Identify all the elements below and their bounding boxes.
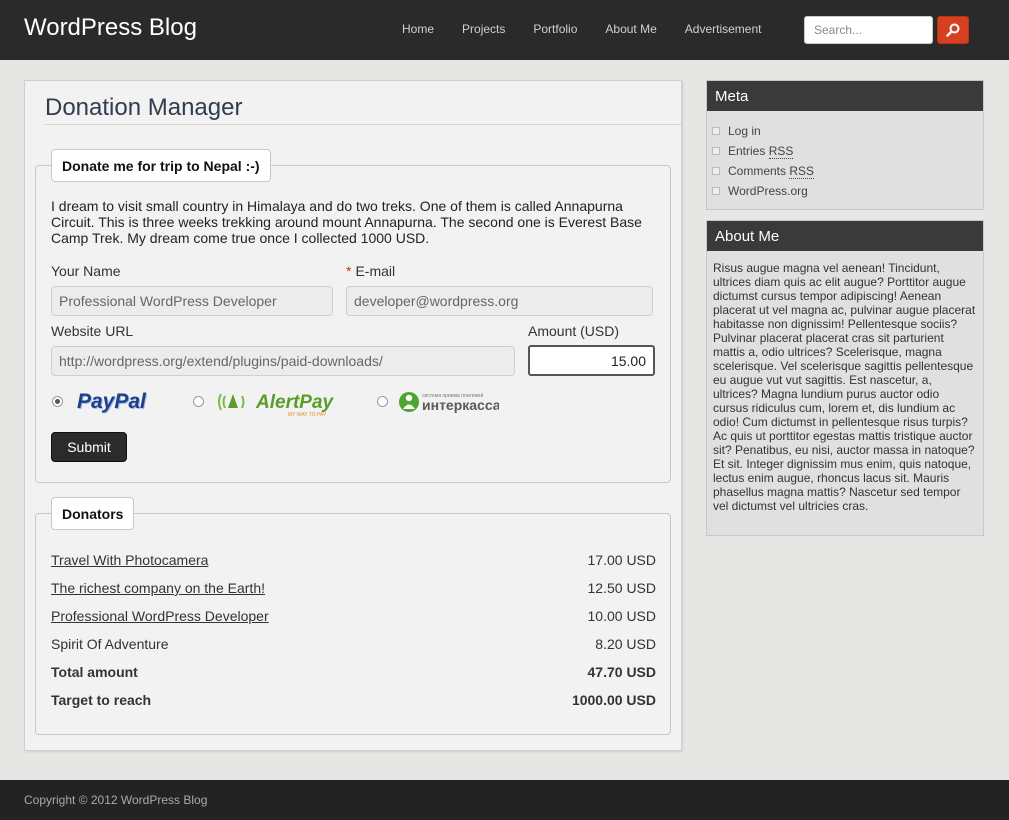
meta-widget: Meta Log in Entries RSS Comments RSS Wor… <box>706 80 984 210</box>
about-me-widget: About Me Risus augue magna vel aenean! T… <box>706 220 984 536</box>
site-header: WordPress Blog Home Projects Portfolio A… <box>0 0 1009 60</box>
bullet-icon <box>712 167 720 175</box>
alertpay-wave-right <box>241 395 245 409</box>
nav-portfolio[interactable]: Portfolio <box>533 22 577 36</box>
email-label: * E-mail <box>346 263 395 279</box>
name-label: Your Name <box>51 263 121 279</box>
donation-form: Donate me for trip to Nepal :-) I dream … <box>35 149 671 483</box>
meta-list: Log in Entries RSS Comments RSS WordPres… <box>707 111 983 201</box>
meta-item-wordpress-org[interactable]: WordPress.org <box>712 181 983 201</box>
paypal-logo-text: PayPal <box>77 390 147 413</box>
alertpay-radio[interactable] <box>193 396 204 407</box>
alertpay-a-mark <box>228 394 238 408</box>
meta-item-login[interactable]: Log in <box>712 121 983 141</box>
rss-abbr[interactable]: RSS <box>789 164 815 179</box>
main-nav: Home Projects Portfolio About Me Adverti… <box>388 22 775 36</box>
rss-abbr[interactable]: RSS <box>768 144 794 159</box>
amount-field[interactable]: 15.00 <box>528 345 655 376</box>
meta-comments-text[interactable]: Comments <box>728 164 786 178</box>
amount-label: Amount (USD) <box>528 323 620 339</box>
donator-row: Professional WordPress Developer 10.00 U… <box>51 608 656 628</box>
name-field[interactable]: Professional WordPress Developer <box>51 286 333 316</box>
interkassa-logo-text: интеркасса <box>422 397 499 413</box>
target-label: Target to reach <box>51 692 152 708</box>
total-amount-row: Total amount 47.70 USD <box>51 664 656 684</box>
bullet-icon <box>712 127 720 135</box>
search-input[interactable] <box>804 16 933 44</box>
donator-name: Spirit Of Adventure <box>51 636 169 652</box>
alertpay-wave-left <box>218 393 222 411</box>
donators-legend: Donators <box>51 497 135 530</box>
nav-home[interactable]: Home <box>402 22 434 36</box>
meta-widget-title: Meta <box>707 81 983 111</box>
total-amount-value: 47.70 USD <box>587 664 656 680</box>
email-label-text: E-mail <box>355 263 396 279</box>
search-icon <box>946 23 960 37</box>
donator-amount: 8.20 USD <box>595 636 656 652</box>
meta-wordpress-link[interactable]: WordPress.org <box>728 184 808 198</box>
nav-about-me[interactable]: About Me <box>605 22 656 36</box>
nav-projects[interactable]: Projects <box>462 22 505 36</box>
page-title: Donation Manager <box>45 94 243 121</box>
donators-section: Donators Travel With Photocamera 17.00 U… <box>35 497 671 735</box>
website-url-field[interactable]: http://wordpress.org/extend/plugins/paid… <box>51 346 515 376</box>
interkassa-logo[interactable]: система приема платежей интеркасса <box>399 388 499 416</box>
about-me-text: Risus augue magna vel aenean! Tincidunt,… <box>713 261 976 513</box>
donator-amount: 17.00 USD <box>587 552 656 568</box>
site-footer: Copyright © 2012 WordPress Blog <box>0 780 1009 820</box>
donator-amount: 12.50 USD <box>587 580 656 596</box>
site-title[interactable]: WordPress Blog <box>24 14 197 42</box>
required-marker: * <box>346 263 352 279</box>
donator-row: Spirit Of Adventure 8.20 USD <box>51 636 656 656</box>
meta-entries-text[interactable]: Entries <box>728 144 765 158</box>
meta-item-entries-rss[interactable]: Entries RSS <box>712 141 983 161</box>
search-button[interactable] <box>937 16 969 44</box>
alertpay-logo[interactable]: AlertPay MY WAY TO PAY <box>216 386 348 418</box>
bullet-icon <box>712 147 720 155</box>
url-label: Website URL <box>51 323 134 339</box>
meta-login-link[interactable]: Log in <box>728 124 761 138</box>
title-divider <box>45 124 681 125</box>
donator-name-link[interactable]: Professional WordPress Developer <box>51 608 269 624</box>
main-content: Donation Manager Donate me for trip to N… <box>24 80 682 751</box>
interkassa-person-head <box>405 394 413 402</box>
about-me-widget-title: About Me <box>707 221 983 251</box>
submit-button[interactable]: Submit <box>51 432 127 462</box>
target-row: Target to reach 1000.00 USD <box>51 692 656 712</box>
donator-row: Travel With Photocamera 17.00 USD <box>51 552 656 572</box>
copyright-text: Copyright © 2012 WordPress Blog <box>24 793 208 807</box>
alertpay-wave-inner <box>222 395 226 409</box>
alertpay-logo-text: AlertPay <box>255 392 335 413</box>
donator-name-link[interactable]: Travel With Photocamera <box>51 552 208 568</box>
interkassa-radio[interactable] <box>377 396 388 407</box>
donator-amount: 10.00 USD <box>587 608 656 624</box>
nav-advertisement[interactable]: Advertisement <box>685 22 762 36</box>
paypal-radio[interactable] <box>52 396 63 407</box>
paypal-logo[interactable]: PayPal PayPal <box>76 388 160 415</box>
alertpay-tagline: MY WAY TO PAY <box>288 412 327 418</box>
donator-row: The richest company on the Earth! 12.50 … <box>51 580 656 600</box>
meta-item-comments-rss[interactable]: Comments RSS <box>712 161 983 181</box>
target-value: 1000.00 USD <box>571 692 656 708</box>
donator-name-link[interactable]: The richest company on the Earth! <box>51 580 265 596</box>
email-field[interactable]: developer@wordpress.org <box>346 286 653 316</box>
donation-intro-text: I dream to visit small country in Himala… <box>51 198 642 246</box>
total-amount-label: Total amount <box>51 664 138 680</box>
bullet-icon <box>712 187 720 195</box>
donation-form-legend: Donate me for trip to Nepal :-) <box>51 149 271 182</box>
